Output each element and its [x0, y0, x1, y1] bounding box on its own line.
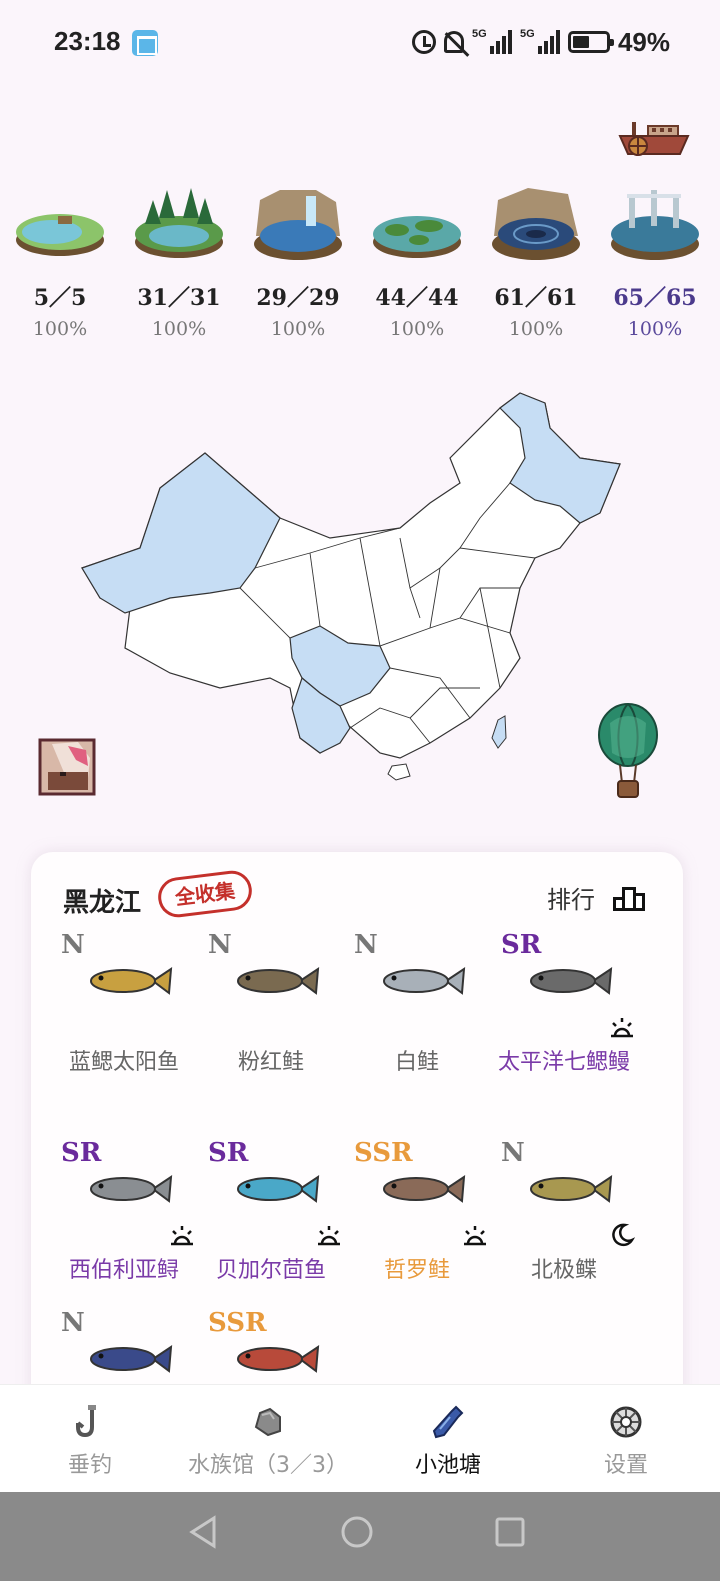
fish-name: 哲罗鲑: [383, 1258, 450, 1283]
fish-icon: [90, 967, 173, 995]
ranking-button[interactable]: 排行: [547, 880, 645, 915]
status-bar: 23:18 5G 5G 49%: [0, 0, 720, 86]
diorama-count: 5／5: [33, 285, 87, 311]
boat-icon[interactable]: [618, 118, 690, 162]
diorama-count: 44／44: [375, 285, 459, 311]
region-title: 黑龙江: [63, 888, 142, 918]
diorama-waterfall[interactable]: 29／29 100%: [248, 180, 348, 340]
diorama-count: 61／61: [494, 285, 578, 311]
ruins-diorama-icon: [611, 190, 699, 260]
fish-name: 白鲑: [394, 1050, 439, 1075]
alarm-icon: [411, 30, 436, 54]
podium-icon: [613, 885, 645, 911]
diorama-forest-lake[interactable]: 31／31 100%: [129, 180, 229, 340]
fish-item[interactable]: N 北极鲽: [491, 1138, 637, 1338]
battery-icon: [567, 31, 614, 53]
recents-icon[interactable]: [492, 1514, 528, 1550]
fish-item[interactable]: N 蓝鳃太阳鱼: [51, 930, 197, 1130]
diorama-percent: 100%: [151, 318, 207, 340]
tab-small-pond[interactable]: 小池塘: [358, 1385, 538, 1493]
fish-icon: [530, 1175, 613, 1203]
tab-aquarium[interactable]: 水族馆（3／3）: [178, 1385, 358, 1493]
region-dioramas: 5／5 100% 31／31 100% 29／29 100% 44／44 100…: [0, 180, 720, 350]
battery-percent: 49%: [617, 26, 670, 57]
sun-icon: [464, 1226, 486, 1246]
settings-icon: [610, 1406, 642, 1438]
tab-label: 垂钓: [67, 1453, 112, 1478]
fish-icon: [90, 1175, 173, 1203]
fish-icon: [383, 1175, 466, 1203]
map-region-hainan[interactable]: [387, 763, 411, 781]
waterfall-diorama-icon: [254, 190, 342, 260]
diorama-percent: 100%: [389, 318, 445, 340]
tab-fishing[interactable]: 垂钓: [0, 1385, 180, 1493]
fish-item[interactable]: SSR 哲罗鲑: [344, 1138, 490, 1338]
diorama-whirlpool[interactable]: 61／61 100%: [486, 180, 586, 340]
diorama-islands[interactable]: 44／44 100%: [367, 180, 467, 340]
status-time: 23:18: [54, 26, 121, 56]
hot-air-balloon-icon[interactable]: [598, 703, 658, 803]
fish-name: 粉红鲑: [237, 1050, 304, 1075]
china-map[interactable]: [80, 388, 625, 788]
islands-diorama-icon: [373, 216, 461, 258]
tab-label: 小池塘: [414, 1453, 481, 1478]
fish-name: 西伯利亚鲟: [68, 1258, 179, 1283]
tab-settings[interactable]: 设置: [536, 1385, 716, 1493]
forest-lake-diorama-icon: [135, 188, 223, 258]
fish-name: 太平洋七鳃鳗: [497, 1050, 630, 1075]
fish-icon: [90, 1345, 173, 1373]
pond-diorama-icon: [16, 214, 104, 256]
complete-collection-badge: 全收集: [155, 868, 255, 920]
fish-icon: [237, 1175, 320, 1203]
home-icon[interactable]: [339, 1514, 375, 1550]
status-icons: 5G 5G 49%: [411, 26, 670, 58]
fish-name: 蓝鳃太阳鱼: [68, 1050, 179, 1075]
fish-name: 贝加尔茴鱼: [215, 1258, 326, 1283]
signal-icon: 5G: [472, 28, 512, 54]
rock-icon: [254, 1407, 281, 1437]
hook-icon: [76, 1405, 96, 1438]
whirlpool-diorama-icon: [492, 188, 580, 260]
fish-name: 北极鲽: [530, 1258, 597, 1283]
back-icon[interactable]: [186, 1514, 222, 1550]
tab-label: 设置: [603, 1453, 648, 1478]
diorama-count: 31／31: [137, 285, 221, 311]
system-nav-bar: [0, 1492, 720, 1581]
bottle-icon: [432, 1405, 464, 1439]
sun-icon: [171, 1226, 193, 1246]
sun-icon: [611, 1018, 633, 1038]
tab-label: 水族馆（3／3）: [188, 1453, 348, 1478]
diorama-percent: 100%: [270, 318, 326, 340]
book-app-icon: [132, 30, 158, 56]
fish-item[interactable]: SR 太平洋七鳃鳗: [491, 930, 637, 1130]
diorama-count: 29／29: [256, 285, 340, 311]
signal-icon-2: 5G: [520, 28, 560, 54]
map-region-taiwan[interactable]: [491, 715, 507, 749]
diorama-percent: 100%: [627, 318, 683, 340]
ranking-label: 排行: [547, 886, 595, 914]
mute-icon: [443, 31, 464, 53]
fish-icon: [237, 1345, 320, 1373]
region-fish-card: 黑龙江 全收集 排行 N 蓝鳃太阳鱼 N 粉红鲑 N 白鲑 SR 太平洋七鳃鳗 SR 西伯利亚鲟 S…: [31, 852, 683, 1452]
diorama-count: 65／65: [613, 285, 697, 311]
character-portrait-icon[interactable]: [38, 738, 96, 796]
diorama-percent: 100%: [508, 318, 564, 340]
diorama-pond[interactable]: 5／5 100%: [10, 180, 110, 340]
fish-icon: [530, 967, 613, 995]
fish-item[interactable]: N 白鲑: [344, 930, 490, 1130]
fish-icon: [383, 967, 466, 995]
fish-item[interactable]: N 粉红鲑: [198, 930, 344, 1130]
diorama-ruins[interactable]: 65／65 100%: [605, 180, 705, 340]
diorama-percent: 100%: [32, 318, 88, 340]
sun-icon: [318, 1226, 340, 1246]
moon-icon: [612, 1223, 635, 1247]
fish-icon: [237, 967, 320, 995]
bottom-nav: 垂钓 水族馆（3／3） 小池塘 设置: [0, 1384, 720, 1492]
